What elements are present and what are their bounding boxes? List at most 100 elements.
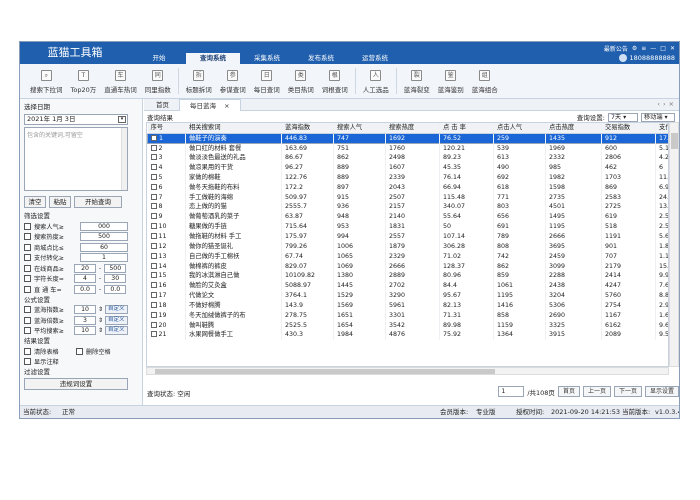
toolbar-button-4[interactable]: 拆标题拆词 xyxy=(182,64,216,99)
filter-input-3[interactable]: 1 xyxy=(80,253,128,263)
row-checkbox[interactable] xyxy=(150,213,157,220)
table-row[interactable]: 18 不做好棉腾 143.9 1569 5961 82.13 1416 5306 2754 2.9… xyxy=(147,300,668,311)
filter-checkbox-5[interactable] xyxy=(24,275,31,283)
table-row[interactable]: 8 恋上做的的猫 2555.7 936 2157 340.07 803 4501 2725 13.… xyxy=(147,202,668,212)
custom-button-0[interactable]: 自定义 xyxy=(105,305,128,315)
row-checkbox[interactable] xyxy=(150,301,157,308)
table-row[interactable]: 16 做脸的艾灸盒 5088.97 1445 2702 84.4 1061 2438 4247 7… xyxy=(147,280,668,291)
row-checkbox[interactable] xyxy=(150,311,157,318)
row-checkbox[interactable] xyxy=(150,144,157,151)
filter-input-4[interactable]: 20 xyxy=(74,263,96,273)
filter-input-max-4[interactable]: 500 xyxy=(104,263,127,273)
table-row[interactable]: 14 做棉裤的裤皮 829.07 1069 2666 128.37 862 3099 2179 1… xyxy=(147,261,668,271)
clear-button[interactable]: 清空 xyxy=(24,196,46,208)
formula-checkbox-0[interactable] xyxy=(24,306,31,314)
remove-spaces-checkbox[interactable] xyxy=(76,347,83,355)
menu-tab-2[interactable]: 采集系统 xyxy=(240,53,294,64)
formula-input-2[interactable]: 10 xyxy=(74,326,96,336)
column-header-7[interactable]: 点击热度 xyxy=(545,123,602,134)
column-header-9[interactable]: 支付 xyxy=(655,123,668,134)
close-icon[interactable]: ✕ xyxy=(670,45,675,52)
table-row[interactable]: 7 手工做鞋的海绵 509.97 915 2507 115.48 771 2735 2583 24… xyxy=(147,192,668,203)
clear-table-checkbox[interactable] xyxy=(24,347,31,355)
formula-checkbox-2[interactable] xyxy=(24,327,31,335)
table-row[interactable]: 6 做冬天拖鞋的布料172.2897204366.9461815988696.94 xyxy=(147,182,668,193)
table-row[interactable]: 9 做葡萄酒乳的菜子63.87948214055.6465614956192.53 xyxy=(147,211,668,222)
toolbar-button-1[interactable]: T Top20万 xyxy=(67,64,101,99)
toolbar-button-8[interactable]: 根词根查词 xyxy=(318,64,352,99)
menu-icon[interactable]: ≡ xyxy=(641,45,646,52)
toolbar-button-10[interactable]: 裂蓝海裂变 xyxy=(400,64,434,99)
column-header-6[interactable]: 点击人气 xyxy=(493,123,546,134)
gear-icon[interactable]: ⚙ xyxy=(632,45,637,52)
keyword-textarea[interactable]: 包含的关键词,可留空 xyxy=(24,127,128,191)
menu-tab-0[interactable]: 开始 xyxy=(132,53,186,64)
row-checkbox[interactable] xyxy=(150,164,157,171)
keyword-scrollbar[interactable] xyxy=(121,128,127,190)
toolbar-button-2[interactable]: 车直通车热词 xyxy=(100,64,141,99)
table-row[interactable]: 4 做凉果用的干货 96.27 889 1607 45.35 490 985 462 6 xyxy=(147,162,668,173)
formula-checkbox-1[interactable] xyxy=(24,316,31,324)
row-checkbox[interactable] xyxy=(150,233,157,240)
toolbar-button-12[interactable]: 组蓝海组合 xyxy=(468,64,502,99)
menu-tab-3[interactable]: 发布系统 xyxy=(294,53,348,64)
tab-close-icon[interactable]: × xyxy=(224,102,229,110)
tab-home[interactable]: 首页 xyxy=(146,99,179,111)
date-picker[interactable]: 2021年 1月 3日 ▾ xyxy=(24,114,128,125)
stepper-icon[interactable]: ⇕ xyxy=(98,306,103,313)
custom-button-1[interactable]: 自定义 xyxy=(105,315,128,325)
paste-button[interactable]: 粘贴 xyxy=(49,196,71,208)
filter-checkbox-0[interactable] xyxy=(24,222,31,230)
maximize-icon[interactable]: □ xyxy=(660,45,666,52)
table-row[interactable]: 2 做口红的材料 套餐 163.69 751 1760 120.21 539 1969 600 5… xyxy=(147,143,668,153)
table-row[interactable]: 21 水果网餐做手工 430.3 1984 4876 75.92 1364 3915 2089 9… xyxy=(147,330,668,340)
column-header-0[interactable]: 序号 xyxy=(147,123,186,134)
row-checkbox[interactable] xyxy=(150,262,157,269)
filter-input-1[interactable]: 500 xyxy=(80,232,128,242)
row-checkbox[interactable] xyxy=(150,154,157,161)
row-checkbox[interactable] xyxy=(150,193,157,200)
toolbar-button-9[interactable]: 人人工选品 xyxy=(359,64,393,99)
row-checkbox[interactable] xyxy=(150,331,157,338)
menu-tab-4[interactable]: 运营系统 xyxy=(348,53,402,64)
row-checkbox[interactable] xyxy=(150,183,157,190)
table-row[interactable]: 1 做鞋子的演奏446.83747169276.52259143591217.2 xyxy=(147,133,668,143)
formula-input-0[interactable]: 10 xyxy=(74,305,96,315)
horizontal-scrollbar[interactable] xyxy=(146,367,669,375)
table-row[interactable]: 3 做淡淡色最送的礼品 86.67 862 2498 89.23 613 2332 2806 4.… xyxy=(147,152,668,163)
table-row[interactable]: 12 做你的猫圣诞礼 799.26 1006 1879 306.28 808 3695 901 1… xyxy=(147,241,668,252)
table-row[interactable]: 5 家做的棉鞋122.76889233976.146921982170311.6 xyxy=(147,172,668,183)
row-checkbox[interactable] xyxy=(150,242,157,249)
tab-nav-arrows[interactable]: ‹›× xyxy=(657,100,677,108)
toolbar-button-5[interactable]: 参参谋查词 xyxy=(216,64,250,99)
column-header-2[interactable]: 蓝海指数 xyxy=(281,123,334,134)
toolbar-button-3[interactable]: 同同里指数 xyxy=(141,64,175,99)
start-query-button[interactable]: 开始查询 xyxy=(74,196,122,208)
page-input[interactable]: 1 xyxy=(498,386,525,397)
row-checkbox[interactable] xyxy=(150,321,157,328)
column-header-8[interactable]: 交易指数 xyxy=(601,123,656,134)
table-row[interactable]: 19 冬天加绒做裤子的布 278.75 1651 3301 71.31 858 2690 116… xyxy=(147,310,668,321)
filter-input-2[interactable]: 60 xyxy=(80,242,128,252)
column-header-5[interactable]: 点 击 率 xyxy=(439,123,494,134)
table-row[interactable]: 11 做拖鞋的材料 手工 175.97 994 2557 107.14 789 2666 119… xyxy=(147,231,668,242)
horizontal-scroll-thumb[interactable] xyxy=(155,369,495,374)
table-row[interactable]: 17 代做论文 3764.1 1529 3290 95.67 1195 3204 5760 8.8… xyxy=(147,290,668,301)
custom-button-2[interactable]: 自定义 xyxy=(105,326,128,336)
calendar-icon[interactable]: ▾ xyxy=(118,116,126,123)
vertical-scrollbar[interactable] xyxy=(669,122,679,367)
first-page-button[interactable]: 首页 xyxy=(557,386,580,397)
filter-input-max-6[interactable]: 0.0 xyxy=(104,284,127,294)
menu-tab-1[interactable]: 查询系统 xyxy=(186,53,240,64)
vertical-scroll-thumb[interactable] xyxy=(671,133,678,149)
formula-input-1[interactable]: 3 xyxy=(74,315,96,325)
display-settings-button[interactable]: 显示设置 xyxy=(644,386,679,397)
stepper-icon[interactable]: ⇕ xyxy=(98,317,103,324)
table-row[interactable]: 20 做叫鞋腾 2525.5 1654 3542 89.98 1159 3325 6162 9.6… xyxy=(147,320,668,331)
filter-input-0[interactable]: 000 xyxy=(80,221,128,231)
filter-checkbox-2[interactable] xyxy=(24,243,31,251)
row-checkbox[interactable] xyxy=(150,292,157,299)
row-checkbox[interactable] xyxy=(150,173,157,180)
filter-checkbox-1[interactable] xyxy=(24,233,31,241)
table-row[interactable]: 10 糖果做的手链 715.64 953 1831 50 691 1195 518 2.5 xyxy=(147,221,668,232)
